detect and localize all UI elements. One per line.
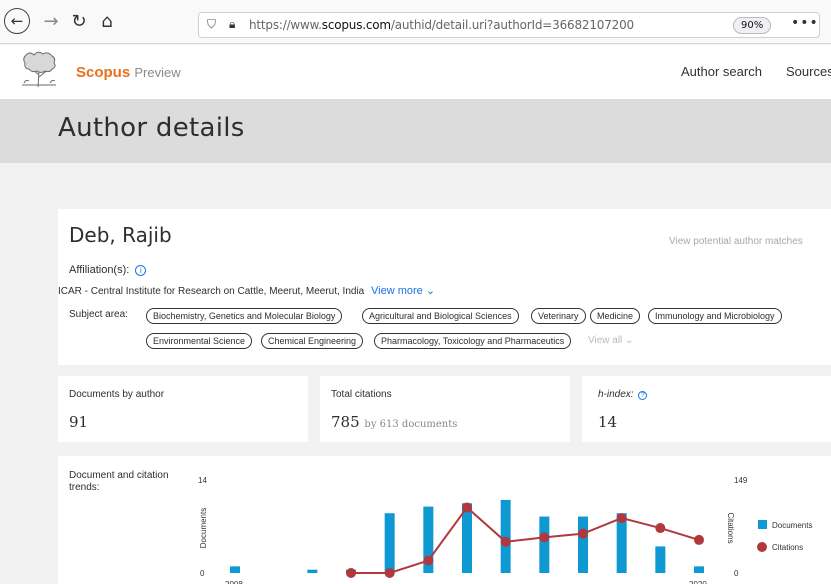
x-axis-tick-label: 2020 [689,580,707,584]
legend-documents-swatch [758,520,767,529]
hindex-metric-card[interactable]: h-index: ? 14 [582,376,831,442]
citations-sub: by 613 documents [364,419,458,430]
title-band: Author details [0,99,831,163]
citations-point [462,502,472,513]
lock-icon[interactable]: 🔒︎ [229,17,235,32]
chevron-down-icon: ⌄ [425,285,436,297]
forward-arrow-icon[interactable]: → [38,8,64,34]
subject-area-label: Subject area: [69,309,128,320]
subject-chip[interactable]: Immunology and Microbiology [648,308,782,324]
chevron-down-icon: ⌄ [625,335,634,346]
info-icon[interactable]: i [135,265,147,276]
home-icon[interactable]: ⌂ [94,8,120,34]
legend-citations-label: Citations [772,543,803,552]
view-author-matches-link[interactable]: View potential author matches [669,236,803,247]
y-axis-tick-label: 14 [198,476,207,485]
y2-axis-label: Citations [726,512,735,543]
y-axis-label: Documents [199,508,208,548]
documents-bar [539,516,550,573]
hindex-label-line: h-index: ? [598,389,648,400]
reload-icon[interactable]: ↻ [66,8,92,34]
nav-author-search[interactable]: Author search [681,64,762,79]
author-name: Deb, Rajib [69,223,172,247]
subject-chip[interactable]: Biochemistry, Genetics and Molecular Bio… [146,308,343,324]
documents-bar [230,566,240,573]
citations-point [578,528,588,539]
y2-axis-tick-label: 0 [734,569,739,578]
citations-line [351,505,700,574]
documents-bar [694,566,704,573]
elsevier-tree-logo[interactable] [18,49,60,89]
citations-point [539,532,550,543]
site-header: Scopus Preview Author search Sources [0,45,831,99]
affiliation-label-text: Affiliation(s): [69,264,130,276]
view-all-text: View all [588,335,623,346]
citations-value[interactable]: 785 [331,413,360,431]
url-bar[interactable]: ⛉ 🔒︎ https://www.scopus.com/authid/detai… [198,12,820,38]
citations-point [384,568,395,578]
citations-metric-card[interactable]: Total citations 785 by 613 documents [320,376,570,442]
citations-value-line: 785 by 613 documents [331,413,457,431]
view-more-text: View more [371,285,423,297]
affiliation-line: ICAR - Central Institute for Research on… [58,284,435,297]
brand-name: Scopus [76,64,131,81]
documents-label: Documents by author [69,389,165,400]
subject-chip[interactable]: Agricultural and Biological Sciences [362,308,519,324]
page-title: Author details [58,113,245,143]
documents-metric-card[interactable]: Documents by author 91 [58,376,308,442]
subject-chip[interactable]: Chemical Engineering [261,333,364,349]
view-more-link[interactable]: View more ⌄ [371,285,435,297]
page-actions-menu-icon[interactable]: ••• [791,15,819,31]
legend-citations-swatch [757,542,767,552]
document-citation-trends-chart: 14 0 149 0 Documents Citations 2008 2020 Documen… [198,476,812,584]
subject-chip[interactable]: Medicine [590,308,641,324]
affiliation-label: Affiliation(s): i [69,264,147,276]
trends-card: Document and citation trends: 14 0 149 0 Doc… [58,456,831,584]
brand-suffix: Preview [134,65,181,80]
hindex-value: 14 [598,413,618,431]
citations-point [616,513,627,524]
tracking-shield-icon[interactable]: ⛉ [207,17,216,32]
zoom-level-badge[interactable]: 90% [733,17,772,34]
y-axis-tick-label: 0 [200,569,205,578]
subject-chip[interactable]: Veterinary [531,308,586,324]
x-axis-tick-label: 2008 [225,580,243,584]
documents-bar [307,569,318,573]
scopus-brand[interactable]: Scopus Preview [76,64,181,81]
browser-toolbar: ← → ↻ ⌂ ⛉ 🔒︎ https://www.scopus.com/auth… [0,0,831,44]
citations-point [423,555,434,566]
hindex-label: h-index: [598,389,634,400]
back-arrow-icon[interactable]: ← [4,8,30,34]
help-icon[interactable]: ? [638,391,648,400]
nav-sources[interactable]: Sources [786,64,831,79]
documents-bar [384,513,395,573]
documents-bar [500,499,511,573]
subject-chip[interactable]: Pharmacology, Toxicology and Pharmaceuti… [374,333,572,349]
documents-value[interactable]: 91 [69,413,88,431]
documents-bar [655,546,666,573]
citations-point [655,523,666,534]
citations-label: Total citations [331,389,392,400]
citations-point [500,536,511,547]
view-all-subjects-link[interactable]: View all ⌄ [588,335,633,346]
citations-point [346,568,356,578]
documents-bar [578,516,588,573]
url-text[interactable]: https://www.scopus.com/authid/detail.uri… [249,18,634,32]
subject-chip[interactable]: Environmental Science [146,333,253,349]
citations-point [694,534,704,545]
y2-axis-tick-label: 149 [734,476,748,485]
legend-documents-label: Documents [772,521,812,530]
author-card: Deb, Rajib View potential author matches… [58,209,831,365]
affiliation-text: ICAR - Central Institute for Research on… [58,286,365,297]
